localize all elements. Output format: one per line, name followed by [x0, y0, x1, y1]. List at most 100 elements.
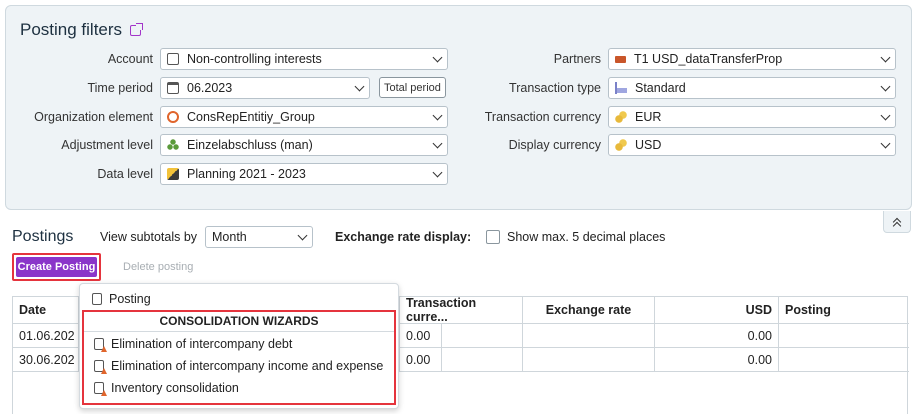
open-external-icon[interactable] — [130, 22, 144, 36]
chevron-down-icon — [432, 167, 443, 177]
account-value: Non-controlling interests — [187, 52, 322, 66]
row1-posting — [779, 324, 909, 348]
adjustment-level-value: Einzelabschluss (man) — [187, 138, 313, 152]
org-element-row: Organization element ConsRepEntitiy_Grou… — [6, 106, 448, 128]
display-currency-select[interactable]: USD — [608, 134, 896, 156]
wizards-header: CONSOLIDATION WIZARDS — [84, 312, 394, 332]
partners-select[interactable]: T1 USD_dataTransferProp — [608, 48, 896, 70]
menu-item-elimination-income-label: Elimination of intercompany income and e… — [111, 359, 384, 373]
tree-icon — [167, 139, 179, 151]
exchange-rate-display-label: Exchange rate display: — [335, 230, 472, 244]
chevron-down-icon — [880, 138, 891, 148]
filters-title: Posting filters — [20, 20, 123, 39]
show-decimals-label: Show max. 5 decimal places — [507, 230, 666, 244]
menu-item-elimination-debt[interactable]: Elimination of intercompany debt — [94, 337, 293, 352]
wizard-document-icon — [94, 360, 107, 374]
org-element-value: ConsRepEntitiy_Group — [187, 110, 315, 124]
consolidation-wizards-group: CONSOLIDATION WIZARDS Elimination of int… — [82, 310, 396, 405]
view-subtotals-value: Month — [212, 230, 247, 244]
menu-item-elimination-income[interactable]: Elimination of intercompany income and e… — [94, 359, 384, 374]
chevron-down-icon — [880, 110, 891, 120]
flag-icon — [615, 55, 626, 63]
menu-item-inventory-consolidation-label: Inventory consolidation — [111, 381, 239, 395]
chevron-down-icon — [432, 138, 443, 148]
row2-exchange-rate — [523, 348, 655, 372]
partners-label: Partners — [553, 52, 601, 66]
row1-usd[interactable]: 0.00 — [655, 324, 779, 348]
menu-item-posting-label: Posting — [109, 292, 151, 306]
chevron-down-icon — [880, 52, 891, 62]
transaction-currency-label: Transaction currency — [484, 110, 601, 124]
posting-filters-panel: Posting filters Account Non-controlling … — [5, 5, 912, 210]
partners-value: T1 USD_dataTransferProp — [634, 52, 783, 66]
view-subtotals-select[interactable]: Month — [205, 226, 313, 248]
postings-title: Postings — [12, 228, 74, 245]
create-posting-highlight: Create Posting — [12, 253, 101, 281]
row2-usd[interactable]: 0.00 — [655, 348, 779, 372]
org-ring-icon — [167, 111, 179, 123]
row2-tc-extra — [442, 348, 523, 372]
coins-icon — [615, 111, 627, 123]
total-period-button[interactable]: Total period — [379, 77, 446, 98]
time-period-value: 06.2023 — [187, 81, 233, 95]
view-subtotals-label: View subtotals by — [100, 230, 198, 244]
time-period-label: Time period — [87, 81, 153, 95]
collapse-filters-button[interactable] — [883, 211, 911, 233]
time-period-select[interactable]: 06.2023 — [160, 77, 370, 99]
account-select[interactable]: Non-controlling interests — [160, 48, 448, 70]
header-posting[interactable]: Posting — [779, 297, 909, 324]
menu-item-inventory-consolidation[interactable]: Inventory consolidation — [94, 381, 239, 396]
double-chevron-up-icon — [892, 217, 902, 230]
delete-posting-button: Delete posting — [123, 261, 194, 273]
transaction-currency-value: EUR — [635, 110, 662, 124]
calendar-icon — [167, 82, 179, 94]
header-exchange-rate[interactable]: Exchange rate — [523, 297, 655, 324]
transaction-currency-select[interactable]: EUR — [608, 106, 896, 128]
chevron-down-icon — [432, 52, 443, 62]
time-period-row: Time period 06.2023 — [6, 77, 370, 99]
transaction-type-select[interactable]: Standard — [608, 77, 896, 99]
document-icon — [92, 293, 102, 305]
header-date[interactable]: Date — [13, 297, 79, 324]
create-posting-menu: Posting CONSOLIDATION WIZARDS Eliminatio… — [79, 283, 399, 409]
row1-exchange-rate — [523, 324, 655, 348]
row1-tc[interactable]: 0.00 — [400, 324, 442, 348]
menu-item-elimination-debt-label: Elimination of intercompany debt — [111, 337, 293, 351]
partners-row: Partners T1 USD_dataTransferProp — [446, 48, 896, 70]
row2-posting — [779, 348, 909, 372]
chevron-down-icon — [432, 110, 443, 120]
org-element-label: Organization element — [34, 110, 153, 124]
coins-icon — [615, 139, 627, 151]
show-decimals-checkbox[interactable] — [486, 230, 500, 244]
row1-date[interactable]: 01.06.202 — [13, 324, 79, 348]
adjustment-level-select[interactable]: Einzelabschluss (man) — [160, 134, 448, 156]
transaction-type-label: Transaction type — [509, 81, 601, 95]
account-icon — [167, 53, 179, 65]
transaction-type-value: Standard — [635, 81, 686, 95]
data-level-select[interactable]: Planning 2021 - 2023 — [160, 163, 448, 185]
wizard-document-icon — [94, 382, 107, 396]
data-level-icon — [167, 168, 179, 180]
chevron-down-icon — [354, 81, 365, 91]
row1-tc-extra — [442, 324, 523, 348]
transaction-currency-row: Transaction currency EUR — [446, 106, 896, 128]
account-row: Account Non-controlling interests — [6, 48, 448, 70]
data-level-label: Data level — [97, 167, 153, 181]
display-currency-row: Display currency USD — [446, 134, 896, 156]
row2-tc[interactable]: 0.00 — [400, 348, 442, 372]
display-currency-value: USD — [635, 138, 662, 152]
chevron-down-icon — [880, 81, 891, 91]
data-level-value: Planning 2021 - 2023 — [187, 167, 306, 181]
header-transaction-currency[interactable]: Transaction curre... — [400, 296, 523, 324]
org-element-select[interactable]: ConsRepEntitiy_Group — [160, 106, 448, 128]
display-currency-label: Display currency — [508, 138, 601, 152]
row2-date[interactable]: 30.06.202 — [13, 348, 79, 372]
create-posting-button[interactable]: Create Posting — [16, 257, 97, 277]
menu-item-posting[interactable]: Posting — [92, 292, 151, 306]
filters-title-group: Posting filters — [20, 20, 144, 40]
chevron-down-icon — [297, 230, 308, 240]
adjustment-level-label: Adjustment level — [61, 138, 153, 152]
adjustment-level-row: Adjustment level Einzelabschluss (man) — [6, 134, 448, 156]
header-usd[interactable]: USD — [655, 297, 779, 324]
data-level-row: Data level Planning 2021 - 2023 — [6, 163, 448, 185]
